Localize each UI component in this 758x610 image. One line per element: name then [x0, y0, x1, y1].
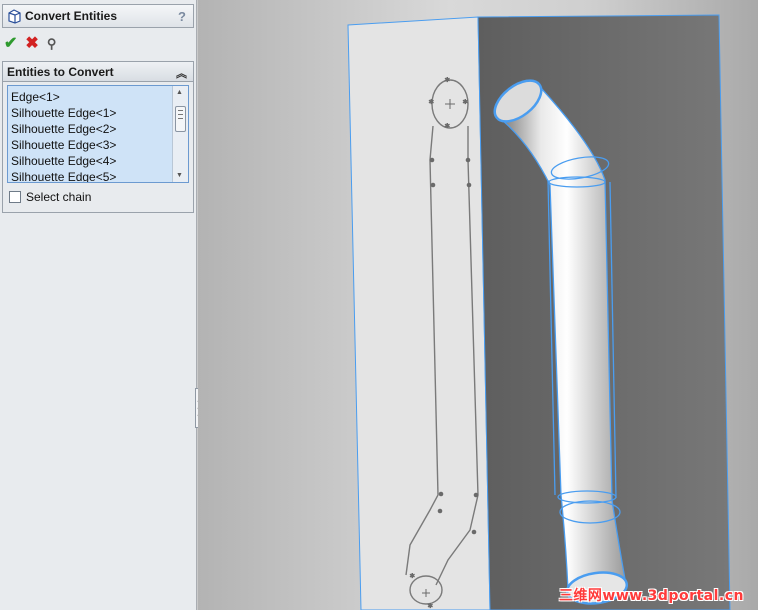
help-icon[interactable]: ?: [178, 9, 186, 24]
list-item[interactable]: Edge<1>: [11, 89, 116, 105]
watermark: 三维网www.3dportal.cn: [558, 588, 744, 604]
list-item[interactable]: Silhouette Edge<5>: [11, 169, 116, 182]
scroll-thumb[interactable]: [175, 106, 186, 132]
ok-button[interactable]: ✔: [4, 36, 17, 52]
svg-text:*: *: [410, 573, 415, 583]
svg-text:*: *: [428, 603, 433, 610]
panel-header: Convert Entities ?: [2, 4, 194, 28]
svg-text:*: *: [445, 77, 450, 87]
svg-text:*: *: [429, 99, 434, 109]
panel-title: Convert Entities: [25, 9, 118, 23]
cancel-button[interactable]: ✖: [25, 36, 38, 52]
collapse-icon[interactable]: ︽: [176, 65, 187, 81]
select-chain-label: Select chain: [26, 190, 92, 204]
property-manager-panel: Convert Entities ? ✔ ✖ ⚲ Entities to Con…: [0, 0, 197, 610]
graphics-viewport[interactable]: * * * * * * 三维网www.3dportal.cn: [198, 0, 758, 610]
svg-text:*: *: [463, 99, 468, 109]
cube-icon: [8, 8, 21, 24]
scroll-up-icon[interactable]: ▲: [176, 89, 183, 96]
svg-text:*: *: [445, 123, 450, 133]
action-buttons: ✔ ✖ ⚲: [4, 35, 56, 53]
select-chain-checkbox[interactable]: [9, 191, 21, 203]
model-view: * * * * * *: [347, 14, 731, 610]
listbox-scrollbar[interactable]: ▲ ▼: [172, 86, 188, 182]
list-item[interactable]: Silhouette Edge<4>: [11, 153, 116, 169]
list-item[interactable]: Silhouette Edge<3>: [11, 137, 116, 153]
sketch-plane: [347, 16, 491, 610]
select-chain-option[interactable]: Select chain: [9, 190, 91, 204]
entities-listbox[interactable]: Edge<1> Silhouette Edge<1> Silhouette Ed…: [7, 85, 189, 183]
list-item[interactable]: Silhouette Edge<1>: [11, 105, 116, 121]
scroll-down-icon[interactable]: ▼: [176, 172, 183, 179]
list-item[interactable]: Silhouette Edge<2>: [11, 121, 116, 137]
group-header[interactable]: Entities to Convert ︽: [3, 62, 193, 82]
pushpin-icon[interactable]: ⚲: [47, 36, 57, 52]
group-title: Entities to Convert: [7, 64, 114, 79]
entities-to-convert-group: Entities to Convert ︽ Edge<1> Silhouette…: [2, 61, 194, 213]
